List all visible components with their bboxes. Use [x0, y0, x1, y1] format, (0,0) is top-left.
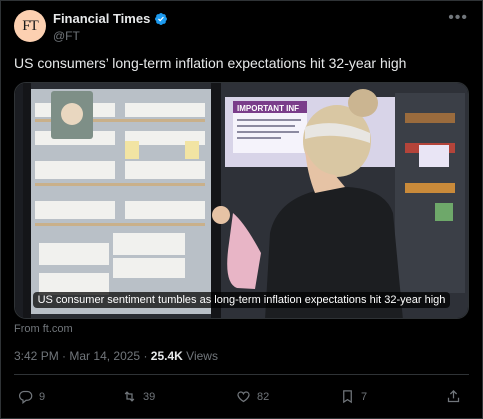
author-name-row[interactable]: Financial Times: [53, 11, 168, 26]
tweet-container: FT Financial Times @FT ••• US consumers’…: [0, 0, 483, 419]
card-caption: US consumer sentiment tumbles as long-te…: [32, 292, 451, 308]
source-link[interactable]: From ft.com: [14, 323, 73, 335]
sign-text: IMPORTANT INF: [237, 104, 299, 113]
avatar-text: FT: [22, 17, 38, 34]
repost-button[interactable]: 39: [122, 389, 155, 404]
reply-count: 9: [39, 390, 46, 403]
tweet-meta: 3:42 PM · Mar 14, 2025 · 25.4K Views: [14, 349, 218, 363]
like-button[interactable]: 82: [236, 389, 269, 404]
share-icon: [447, 389, 460, 403]
tweet-text: US consumers’ long-term inflation expect…: [14, 55, 407, 71]
heart-icon: [237, 391, 250, 403]
views-label: Views: [186, 349, 218, 363]
bookmark-icon: [343, 390, 352, 404]
card-image: IMPORTANT INF: [15, 83, 468, 318]
divider: [14, 374, 469, 375]
reply-icon: [18, 390, 33, 404]
repost-icon: [124, 391, 135, 402]
link-card[interactable]: IMPORTANT INF US consumer sentiment tumb…: [14, 82, 469, 319]
author-name[interactable]: Financial Times: [53, 11, 150, 26]
reply-button[interactable]: 9: [18, 389, 45, 404]
card-caption-wrap: US consumer sentiment tumbles as long-te…: [15, 290, 468, 308]
share-button[interactable]: [446, 389, 461, 404]
tweet-time[interactable]: 3:42 PM: [14, 349, 59, 363]
tweet-date[interactable]: Mar 14, 2025: [69, 349, 140, 363]
more-options-icon[interactable]: •••: [448, 9, 468, 27]
action-bar: 9 39 82 7: [14, 389, 469, 407]
verified-badge-icon: [155, 12, 168, 25]
views-count: 25.4K: [150, 349, 183, 363]
bookmark-count: 7: [361, 390, 368, 403]
meta-separator: ·: [143, 349, 151, 363]
repost-count: 39: [143, 390, 156, 403]
author-handle[interactable]: @FT: [53, 29, 80, 43]
like-count: 82: [257, 390, 270, 403]
bookmark-button[interactable]: 7: [340, 389, 367, 404]
avatar[interactable]: FT: [14, 10, 46, 42]
